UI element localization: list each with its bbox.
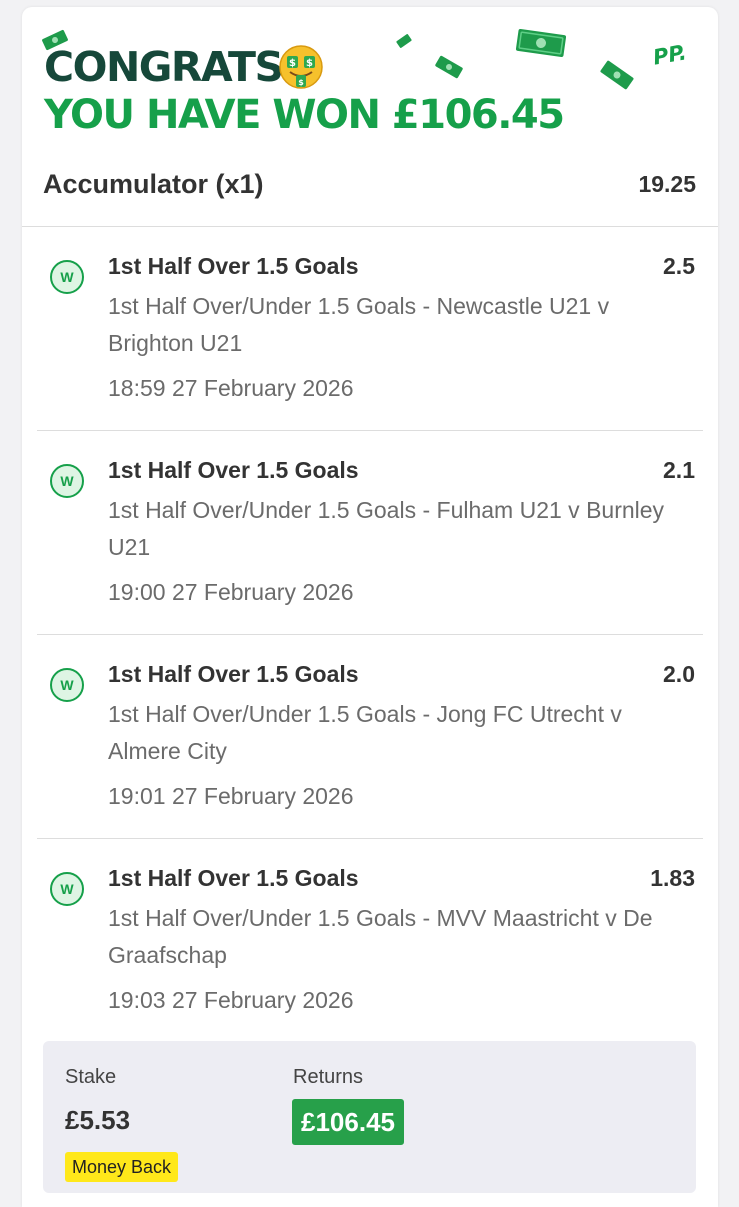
selection-odds: 1.83	[650, 865, 695, 891]
svg-text:$: $	[306, 58, 313, 69]
accumulator-header: Accumulator (x1) 19.25	[22, 157, 718, 227]
returns-value: £106.45	[292, 1099, 404, 1145]
banknote-icon	[515, 29, 567, 57]
selection-name: 1st Half Over 1.5 Goals	[108, 457, 359, 483]
bet-leg: W 1st Half Over 1.5 Goals 1.83 1st Half …	[37, 839, 703, 1043]
stake-label: Stake	[65, 1066, 117, 1088]
bet-leg: W 1st Half Over 1.5 Goals 2.0 1st Half O…	[37, 635, 703, 839]
win-banner: CONGRATS! $ $ $ YOU HAVE WON £106.45 PP.	[22, 7, 718, 157]
event-time: 19:03 27 February 2026	[108, 987, 354, 1013]
bet-leg: W 1st Half Over 1.5 Goals 2.1 1st Half O…	[37, 431, 703, 635]
banknote-icon	[396, 34, 412, 48]
win-amount-heading: YOU HAVE WON £106.45	[44, 92, 565, 138]
event-time: 19:01 27 February 2026	[108, 783, 354, 809]
money-back-badge: Money Back	[65, 1152, 179, 1182]
bet-receipt-card: CONGRATS! $ $ $ YOU HAVE WON £106.45 PP.	[22, 7, 718, 1207]
market-description: 1st Half Over/Under 1.5 Goals - Newcastl…	[108, 293, 610, 356]
svg-text:$: $	[289, 58, 296, 69]
selection-name: 1st Half Over 1.5 Goals	[108, 865, 359, 891]
total-odds: 19.25	[638, 171, 696, 197]
market-description: 1st Half Over/Under 1.5 Goals - Jong FC …	[108, 701, 622, 764]
stake-value: £5.53	[65, 1105, 131, 1135]
selection-name: 1st Half Over 1.5 Goals	[108, 253, 359, 279]
bet-type-title: Accumulator (x1)	[43, 169, 264, 199]
win-badge-icon: W	[50, 668, 84, 702]
market-description: 1st Half Over/Under 1.5 Goals - MVV Maas…	[108, 905, 653, 968]
congrats-heading: CONGRATS!	[44, 43, 301, 91]
market-description: 1st Half Over/Under 1.5 Goals - Fulham U…	[108, 497, 665, 560]
event-time: 18:59 27 February 2026	[108, 375, 354, 401]
brand-logo: PP.	[651, 40, 689, 70]
svg-text:$: $	[298, 78, 304, 87]
banknote-icon	[600, 60, 634, 90]
banknote-icon	[42, 29, 68, 51]
selection-odds: 2.1	[663, 457, 695, 483]
win-badge-icon: W	[50, 260, 84, 294]
win-badge-icon: W	[50, 464, 84, 498]
event-time: 19:00 27 February 2026	[108, 579, 354, 605]
selection-name: 1st Half Over 1.5 Goals	[108, 661, 359, 687]
selection-odds: 2.5	[663, 253, 695, 279]
selection-odds: 2.0	[663, 661, 695, 687]
banknote-icon	[435, 55, 463, 79]
returns-label: Returns	[293, 1066, 364, 1088]
bet-summary: Stake £5.53 Returns £106.45 Money Back	[43, 1041, 696, 1193]
bet-leg: W 1st Half Over 1.5 Goals 2.5 1st Half O…	[37, 227, 703, 431]
win-badge-icon: W	[50, 872, 84, 906]
money-mouth-face-icon: $ $ $	[279, 45, 323, 89]
